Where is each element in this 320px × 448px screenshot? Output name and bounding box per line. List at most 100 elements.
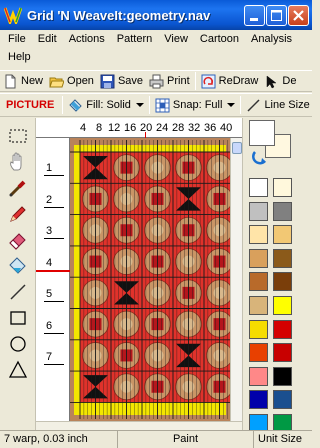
snap-dropdown[interactable]: Snap: Full [152,95,239,115]
open-label: Open [67,75,94,87]
line-size-label: Line Size [264,99,310,111]
color-swatch[interactable] [249,366,268,386]
printer-icon [149,74,164,89]
close-button[interactable] [288,5,309,26]
horizontal-scrollbar[interactable] [36,421,242,430]
ruler-row-label: 4 [46,257,53,269]
print-label: Print [167,75,190,87]
paint-bucket-tool-button[interactable] [6,254,30,278]
triangle-tool-button[interactable] [6,358,30,382]
color-swatch[interactable] [273,178,292,197]
row-rule-line [44,364,64,365]
paint-bucket-icon [9,257,26,274]
save-disk-icon [100,74,115,89]
color-swatch[interactable] [273,296,292,315]
status-unit: Unit Size [258,433,303,445]
pencil-tool-button[interactable] [6,202,30,226]
redraw-button[interactable]: ReDraw [198,71,262,91]
line-size-dropdown[interactable]: Line Size [243,95,312,115]
menu-cartoon[interactable]: Cartoon [194,30,245,48]
eyedropper-tool-button[interactable] [6,176,30,200]
color-swatch[interactable] [249,178,268,197]
ellipse-tool-button[interactable] [6,332,30,356]
ruler-tick-label: 24 [156,122,169,134]
color-swatch[interactable] [249,390,268,410]
fill-label: Fill: Solid [86,99,131,111]
row-rule-line [44,175,64,176]
close-icon [293,10,304,21]
color-swatch[interactable] [249,225,268,245]
color-swatch[interactable] [273,201,292,221]
color-swatch[interactable] [273,248,292,268]
de-button[interactable]: De [261,71,299,91]
row-position-marker [36,270,70,272]
color-swatch[interactable] [273,343,292,363]
ruler-row-label: 3 [46,225,53,237]
color-swatch[interactable] [249,319,268,339]
color-swatch[interactable] [273,225,292,245]
rectangle-tool-button[interactable] [6,306,30,330]
color-swatch[interactable] [249,343,268,363]
ruler-tick-label: 20 [140,122,153,134]
foreground-color-swatch[interactable] [249,120,275,146]
minimize-button[interactable] [244,5,265,26]
top-ruler: 4 8 12 16 20 24 28 32 36 40 [36,118,242,138]
menu-edit[interactable]: Edit [32,30,63,48]
menu-file[interactable]: File [2,30,32,48]
status-warp: 7 warp, 0.03 inch [0,431,118,448]
color-swatch[interactable] [249,272,268,292]
color-swatch[interactable] [273,390,292,410]
open-button[interactable]: Open [46,71,97,91]
select-tool-button[interactable] [6,124,30,148]
app-window: Grid 'N WeaveIt:geometry.nav File Edit A… [0,0,312,448]
ruler-tick-label: 16 [124,122,137,134]
menu-analysis[interactable]: Analysis [245,30,298,48]
row-rule-line [44,238,64,239]
save-button[interactable]: Save [97,71,146,91]
print-button[interactable]: Print [146,71,193,91]
triangle-icon [8,360,28,378]
chevron-down-icon [227,103,236,107]
eraser-icon [9,233,26,250]
color-swatch[interactable] [273,319,292,339]
line-size-icon [246,98,261,113]
ruler-row-label: 2 [46,194,53,206]
menu-bar: File Edit Actions Pattern View Cartoon A… [0,30,312,70]
fill-bucket-icon [68,98,83,113]
vertical-scrollbar[interactable] [230,138,242,421]
chevron-down-icon [135,103,144,107]
de-label: De [282,75,297,87]
fill-dropdown[interactable]: Fill: Solid [65,95,147,115]
menu-help[interactable]: Help [2,48,37,66]
toolbar-separator [148,96,150,114]
line-icon [10,284,26,300]
color-swatch[interactable] [249,296,268,315]
weave-pattern-grid[interactable] [70,138,230,421]
status-mode: Paint [118,431,254,448]
redraw-label: ReDraw [218,75,259,87]
menu-actions[interactable]: Actions [63,30,111,48]
ellipse-icon [10,336,26,352]
pencil-icon [10,206,26,222]
menu-view[interactable]: View [158,30,194,48]
picture-toolbar: PICTURE Fill: Solid Snap: Full Line Size [0,93,312,117]
color-swatch[interactable] [249,248,268,268]
color-swatch[interactable] [273,366,292,386]
eraser-tool-button[interactable] [6,228,30,252]
color-swatch[interactable] [273,272,292,292]
marquee-select-icon [9,129,27,143]
app-logo-icon[interactable] [3,6,23,27]
hand-tool-button[interactable] [6,150,30,174]
maximize-button[interactable] [266,5,287,26]
hand-icon [10,152,22,171]
new-label: New [21,75,44,87]
pointer-arrow-icon [264,74,279,89]
save-label: Save [117,75,144,87]
new-button[interactable]: New [0,71,46,91]
line-tool-button[interactable] [6,280,30,304]
color-swatch[interactable] [249,201,268,221]
menu-pattern[interactable]: Pattern [111,30,158,48]
ruler-tick-label: 40 [220,122,233,134]
scroll-thumb[interactable] [232,142,242,154]
rectangle-icon [10,311,26,325]
